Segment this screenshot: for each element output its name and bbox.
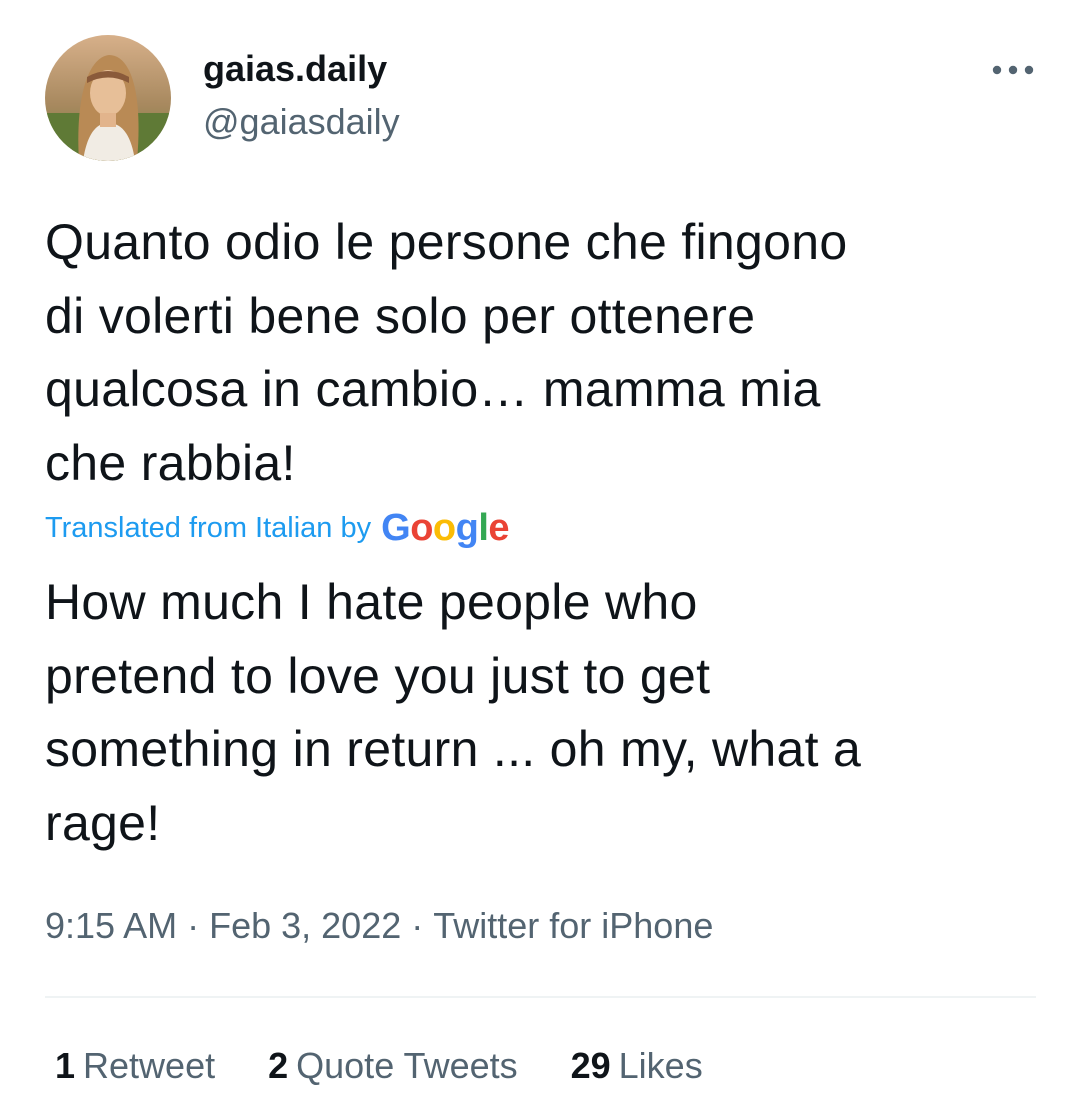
translation-label: Translated from Italian by — [45, 511, 372, 544]
google-logo-letter: G — [381, 507, 411, 549]
tweet-text: Quanto odio le persone che fingono di vo… — [45, 214, 848, 491]
likes-stat[interactable]: 29 Likes — [571, 1045, 703, 1087]
avatar[interactable] — [45, 35, 171, 161]
translated-tweet-text: How much I hate people who pretend to lo… — [45, 574, 862, 851]
google-logo-letter: l — [478, 507, 489, 549]
more-dots-icon — [992, 65, 1034, 75]
translation-attribution[interactable]: Translated from Italian by Google — [45, 506, 510, 550]
likes-label: Likes — [618, 1045, 703, 1086]
quote-tweets-label: Quote Tweets — [296, 1045, 518, 1086]
retweets-label: Retweet — [83, 1045, 216, 1086]
tweet-date[interactable]: Feb 3, 2022 — [209, 905, 401, 946]
engagement-stats: 1 Retweet 2 Quote Tweets 29 Likes — [55, 1042, 756, 1090]
more-options-button[interactable] — [984, 52, 1044, 88]
retweets-stat[interactable]: 1 Retweet — [55, 1045, 215, 1087]
tweet-source[interactable]: Twitter for iPhone — [433, 905, 713, 946]
meta-separator: · — [187, 905, 200, 946]
tweet-time[interactable]: 9:15 AM — [45, 905, 177, 946]
retweets-count: 1 — [55, 1045, 76, 1086]
display-name[interactable]: gaias.daily — [203, 47, 387, 91]
google-logo-letter: e — [488, 507, 510, 549]
google-logo-letter: g — [455, 507, 479, 549]
divider — [45, 996, 1036, 998]
quote-tweets-count: 2 — [268, 1045, 289, 1086]
google-logo-letter: o — [410, 507, 433, 549]
tweet-metadata: 9:15 AM · Feb 3, 2022 · Twitter for iPhone — [45, 904, 713, 948]
google-logo: Google — [381, 506, 509, 550]
quote-tweets-stat[interactable]: 2 Quote Tweets — [268, 1045, 518, 1087]
likes-count: 29 — [570, 1045, 611, 1086]
google-logo-letter: o — [432, 507, 456, 549]
username-handle[interactable]: @gaiasdaily — [203, 100, 400, 144]
meta-separator: · — [411, 905, 424, 946]
